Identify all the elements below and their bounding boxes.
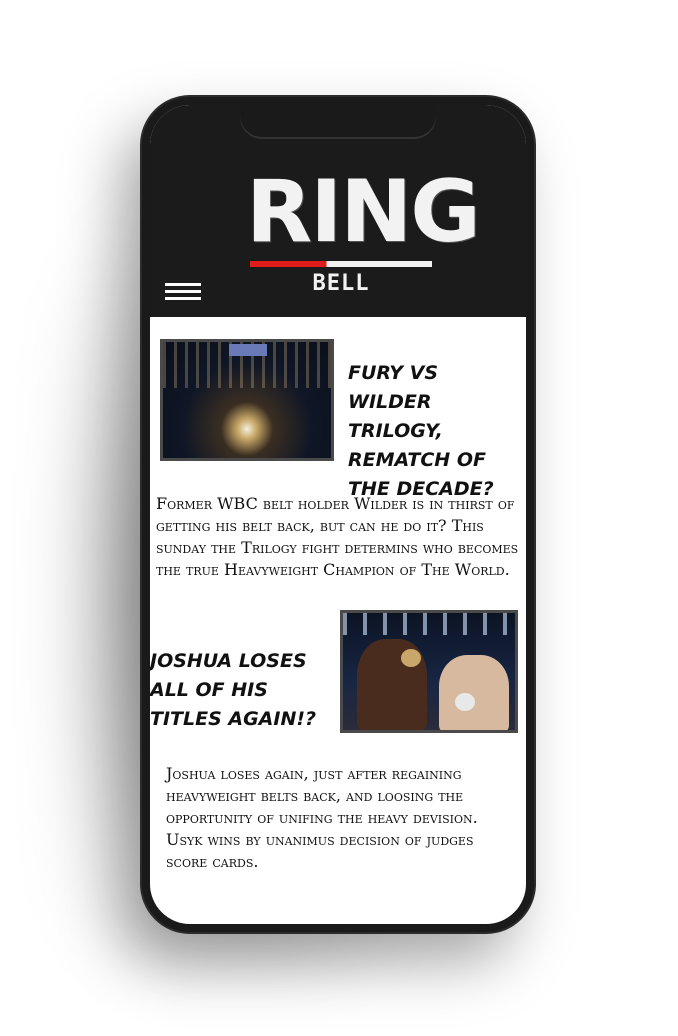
article-2-headline[interactable]: JOSHUA LOSES ALL OF HIS TITLES AGAIN!? (150, 647, 340, 734)
article-1-image[interactable] (160, 339, 334, 461)
article-2-body: Joshua loses again, just after regaining… (166, 764, 478, 871)
arena-spotlights (343, 613, 515, 635)
phone-screen: RING BELL FURY VS WILDER TRILOGY, REMATC… (150, 105, 526, 924)
article-1-headline[interactable]: FURY VS WILDER TRILOGY, REMATCH OF THE D… (348, 359, 526, 504)
arena-screen (229, 344, 267, 356)
article-1-body: Former WBC belt holder Wilder is in thir… (156, 494, 519, 579)
article-2-image[interactable] (340, 610, 518, 733)
glove-icon (455, 693, 475, 711)
logo-main-text: RING (246, 162, 481, 262)
glove-icon (401, 649, 421, 667)
phone-frame: RING BELL FURY VS WILDER TRILOGY, REMATC… (142, 97, 534, 932)
logo-underline (250, 261, 432, 267)
logo-sub-text: BELL (312, 271, 370, 296)
hamburger-menu-icon[interactable] (165, 283, 201, 305)
fighter-right-figure (439, 655, 509, 730)
phone-notch (240, 105, 436, 139)
